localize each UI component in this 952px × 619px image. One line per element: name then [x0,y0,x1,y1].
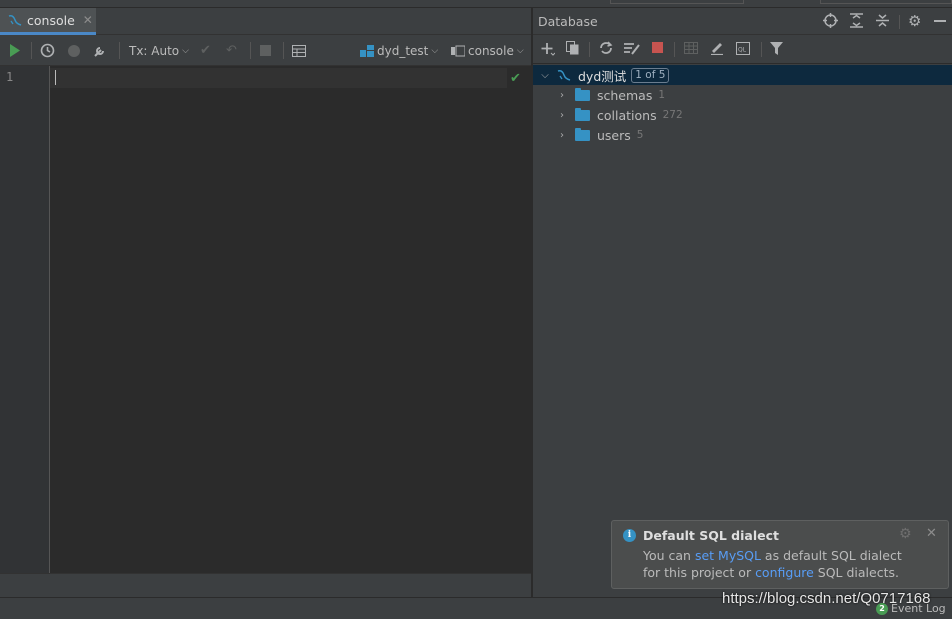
toolbar-separator [674,42,675,57]
folder-icon [575,87,590,101]
chevron-down-icon[interactable]: ⌵ [539,70,551,81]
sql-console-icon[interactable]: QL [736,42,750,58]
gear-icon[interactable]: ⚙ [908,12,921,30]
tree-item-count: 5 [636,129,644,141]
configure-link[interactable]: configure [755,565,814,580]
wrench-icon[interactable] [93,42,107,59]
toolbar-separator [899,15,900,29]
hide-icon[interactable] [934,15,946,30]
session-dropdown[interactable]: console ⌵ [451,42,524,59]
gear-icon[interactable]: ⚙ [899,526,912,542]
run-icon[interactable] [9,42,21,59]
set-mysql-link[interactable]: set MySQL [695,548,761,563]
notification-balloon: i Default SQL dialect ⚙ ✕ You can set My… [611,520,949,589]
close-icon[interactable]: ✕ [926,526,937,541]
datasource-name: dyd测试 [578,68,627,84]
editor-bottom-bar [0,573,531,597]
datasource-dropdown[interactable]: dyd_test ⌵ [360,42,438,59]
notification-title: Default SQL dialect [643,528,779,543]
panel-title: Database [538,14,598,29]
history-icon[interactable] [40,42,55,59]
toolbar-separator [119,42,120,59]
chevron-right-icon[interactable]: › [556,90,568,101]
event-log-label: Event Log [891,602,946,615]
current-line-highlight [50,68,507,88]
event-log-button[interactable]: 2 Event Log [876,602,946,615]
refresh-icon[interactable] [599,41,613,58]
expand-all-icon[interactable] [850,13,863,31]
close-icon[interactable]: ✕ [83,13,93,27]
mysql-console-icon [8,15,22,26]
datasource-icon [360,44,374,57]
tree-item[interactable]: › collations 272 [533,105,952,125]
notification-text: You can [643,548,695,563]
chevron-down-icon: ⌵ [182,45,189,56]
edit-icon[interactable] [710,41,724,58]
toolbar-separator [761,42,762,57]
table-view-icon[interactable] [292,42,306,59]
tree-item-count: 272 [662,109,683,121]
add-icon[interactable] [541,42,556,59]
notification-text: for this project or [643,565,756,580]
session-icon [451,45,465,56]
session-label: console [468,43,514,58]
tab-label: console [27,12,75,28]
notification-text: as default SQL dialect [760,548,902,563]
tree-root-datasource[interactable]: ⌵ dyd测试 1 of 5 [533,65,952,85]
datasource-label: dyd_test [377,43,429,58]
svg-text:QL: QL [738,47,747,54]
folder-icon [575,127,590,141]
mysql-icon [557,70,571,81]
tab-console[interactable]: console ✕ [0,8,96,35]
toolbar-separator [283,42,284,59]
toolbar-separator [589,42,590,57]
rollback-icon[interactable]: ↶ [226,42,237,59]
toolbar-separator [250,42,251,59]
editor-tab-bar: console ✕ [0,8,531,35]
line-gutter: 1 [0,66,50,573]
chevron-right-icon[interactable]: › [556,130,568,141]
commit-icon[interactable]: ✔ [200,42,211,59]
tx-mode-label: Tx: Auto [129,43,180,58]
top-fragment [820,0,952,4]
schema-count-badge[interactable]: 1 of 5 [631,67,670,83]
tree-item[interactable]: › schemas 1 [533,85,952,105]
schema-sync-icon[interactable] [624,41,640,58]
tree-item-name: collations [597,107,657,123]
sql-editor[interactable]: ✔ [50,66,531,573]
stop-icon[interactable] [260,42,271,59]
notification-text: SQL dialects. [813,565,899,580]
database-tree: ⌵ dyd测试 1 of 5 › schemas 1 › collations … [533,64,952,597]
top-strip [0,0,952,8]
tree-item-name: schemas [597,87,653,103]
table-icon[interactable] [684,42,698,57]
line-number: 1 [6,70,14,84]
chevron-down-icon: ⌵ [516,45,524,56]
folder-icon [575,107,590,121]
filter-icon[interactable] [770,42,783,58]
database-panel-header: Database ⚙ [533,8,952,35]
collapse-all-icon[interactable] [876,13,889,31]
stop-icon[interactable] [652,42,663,56]
cancel-query-icon[interactable] [67,42,81,59]
editor-toolbar: Tx: Auto ⌵ ✔ ↶ dyd_test ⌵ console ⌵ [0,35,531,66]
check-icon: ✔ [510,71,521,86]
toolbar-separator [31,42,32,59]
event-count-badge: 2 [876,602,888,615]
text-caret [55,70,56,85]
database-toolbar: QL [533,35,952,64]
notification-line-1: You can set MySQL as default SQL dialect [643,548,902,563]
tx-mode-dropdown[interactable]: Tx: Auto ⌵ [129,42,189,59]
tree-item-count: 1 [658,89,666,101]
tree-item-name: users [597,127,631,143]
chevron-right-icon[interactable]: › [556,110,568,121]
top-fragment [610,0,744,4]
notification-line-2: for this project or configure SQL dialec… [643,565,899,580]
locate-icon[interactable] [823,13,838,31]
info-icon: i [623,529,636,542]
duplicate-icon[interactable] [566,41,579,58]
tree-item[interactable]: › users 5 [533,125,952,145]
chevron-down-icon: ⌵ [431,45,439,56]
